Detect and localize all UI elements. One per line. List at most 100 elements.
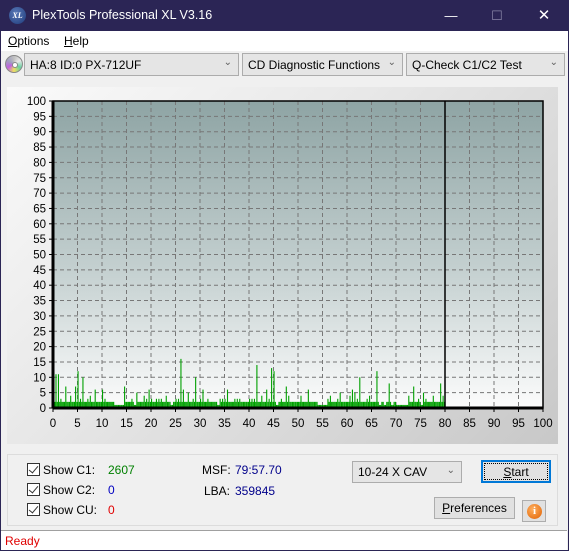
c1-bar xyxy=(354,392,356,408)
msf-value: 79:57.70 xyxy=(235,463,282,477)
y-tick-label: 80 xyxy=(33,157,46,169)
x-tick-label: 5 xyxy=(74,418,80,430)
chart-panel: 0 5 10 15 20 25 30 35 40 45 50 55 60 65 70 75 80 85 90 95 10… xyxy=(7,87,558,444)
c1-bar xyxy=(432,395,434,408)
x-tick-label: 40 xyxy=(243,418,256,430)
c1-bar xyxy=(136,392,138,408)
c1-bar xyxy=(271,368,273,408)
c2-count: 0 xyxy=(108,483,115,497)
x-tick-label: 35 xyxy=(218,418,231,430)
c1-bar xyxy=(329,395,331,408)
y-tick-label: 100 xyxy=(27,96,46,108)
c1-bar xyxy=(89,395,91,408)
show-cu-checkbox[interactable] xyxy=(27,503,40,516)
c1-bar xyxy=(266,389,268,408)
y-tick-label: 15 xyxy=(33,357,46,369)
c1-bar xyxy=(195,377,197,408)
x-tick-label: 65 xyxy=(365,418,378,430)
chevron-down-icon: ⌄ xyxy=(549,57,558,68)
c1-bar xyxy=(82,377,84,408)
y-tick-label: 30 xyxy=(33,311,46,323)
menu-options[interactable]: Options xyxy=(8,34,49,48)
y-tick-label: 75 xyxy=(33,173,46,185)
c1-bar xyxy=(369,395,371,408)
drive-select[interactable]: HA:8 ID:0 PX-712UF ⌄ xyxy=(24,53,239,76)
c1-bar xyxy=(202,389,204,408)
chevron-down-icon: ⌄ xyxy=(387,57,396,68)
start-button-label: Start xyxy=(484,463,548,480)
c1-bar xyxy=(143,395,145,408)
toolbar: HA:8 ID:0 PX-712UF ⌄ CD Diagnostic Funct… xyxy=(1,51,568,79)
c1-bar xyxy=(388,383,390,408)
x-tick-label: 10 xyxy=(96,418,109,430)
x-tick-label: 45 xyxy=(267,418,280,430)
chevron-down-icon: ⌄ xyxy=(223,57,232,68)
y-tick-label: 85 xyxy=(33,142,46,154)
x-tick-label: 70 xyxy=(390,418,403,430)
y-tick-label: 20 xyxy=(33,342,46,354)
app-logo-icon: XL xyxy=(9,7,26,24)
window-title: PlexTools Professional XL V3.16 xyxy=(32,8,213,22)
cd-disc-icon xyxy=(5,55,23,73)
y-tick-label: 0 xyxy=(40,403,46,415)
c1-bar xyxy=(376,371,378,408)
y-tick-label: 90 xyxy=(33,127,46,139)
c1-bar xyxy=(75,386,77,408)
y-tick-label: 70 xyxy=(33,188,46,200)
lba-label: LBA: xyxy=(204,484,231,498)
y-tick-label: 25 xyxy=(33,326,46,338)
c1-bar xyxy=(65,386,67,408)
c1-bar xyxy=(273,371,275,408)
show-cu-label: Show CU: xyxy=(43,503,98,517)
menu-options-accel: O xyxy=(8,34,18,48)
c1-bar xyxy=(148,389,150,408)
y-tick-label: 5 xyxy=(40,388,46,400)
c1-bar xyxy=(288,395,290,408)
close-button[interactable]: ✕ xyxy=(521,0,567,31)
c1-bar xyxy=(124,386,126,408)
cu-count: 0 xyxy=(108,503,115,517)
menu-options-rest: ptions xyxy=(17,34,50,48)
minimize-button[interactable]: — xyxy=(428,0,474,31)
c1-bar xyxy=(77,371,79,408)
c1-bar xyxy=(226,389,229,408)
y-tick-label: 55 xyxy=(33,234,46,246)
c1-bar xyxy=(442,395,444,408)
y-tick-label: 40 xyxy=(33,280,46,292)
preferences-button[interactable]: Preferences xyxy=(434,497,515,519)
info-icon: i xyxy=(527,504,542,519)
c1-bar xyxy=(440,383,442,408)
menu-bar: Options Help xyxy=(1,31,568,51)
c1-bar xyxy=(182,389,184,408)
label-rest: tart xyxy=(511,465,529,479)
maximize-button[interactable]: ☐ xyxy=(474,0,520,31)
c1-bar xyxy=(187,392,189,408)
c1-bar xyxy=(300,395,302,408)
status-bar: Ready xyxy=(1,530,567,550)
speed-select[interactable]: 10-24 X CAV ⌄ xyxy=(352,461,462,483)
title-bar: XL PlexTools Professional XL V3.16 — ☐ ✕ xyxy=(1,0,568,31)
test-select-value: Q-Check C1/C2 Test xyxy=(412,58,522,72)
c1-bar xyxy=(408,395,410,408)
x-tick-label: 55 xyxy=(316,418,329,430)
y-tick-label: 35 xyxy=(33,296,46,308)
x-tick-label: 95 xyxy=(512,418,525,430)
menu-help[interactable]: Help xyxy=(64,34,89,48)
test-select[interactable]: Q-Check C1/C2 Test ⌄ xyxy=(406,53,565,76)
function-select-value: CD Diagnostic Functions xyxy=(248,58,381,72)
show-c1-checkbox[interactable] xyxy=(27,463,40,476)
speed-select-value: 10-24 X CAV xyxy=(358,465,428,479)
start-button[interactable]: Start xyxy=(481,460,551,483)
c1-bar xyxy=(351,389,354,408)
show-c2-checkbox[interactable] xyxy=(27,483,40,496)
x-axis-ticks: 0 5 10 15 20 25 30 35 40 45 50 55 60 65 70 75 80 85 90 95 10… xyxy=(50,408,553,430)
info-button[interactable]: i xyxy=(522,500,546,522)
accel-char: P xyxy=(442,501,451,515)
x-tick-label: 15 xyxy=(120,418,133,430)
show-c2-label: Show C2: xyxy=(43,483,96,497)
x-tick-label: 30 xyxy=(194,418,207,430)
x-tick-label: 75 xyxy=(414,418,427,430)
function-select[interactable]: CD Diagnostic Functions ⌄ xyxy=(242,53,403,76)
menu-help-accel: H xyxy=(64,34,73,48)
y-tick-label: 50 xyxy=(33,250,46,262)
